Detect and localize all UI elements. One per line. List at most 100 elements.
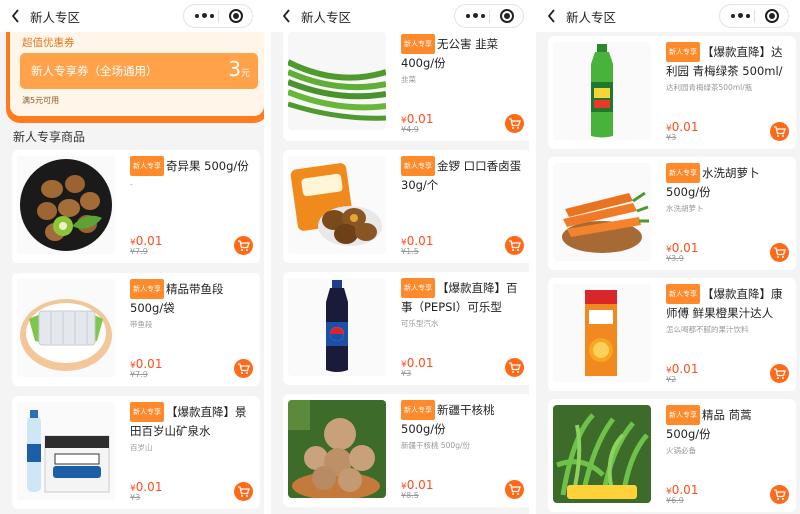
- miniprogram-capsule: [183, 4, 253, 28]
- navigation-bar: 新人专区: [271, 0, 535, 32]
- product-subtitle: 新疆干核桃 500g/份: [401, 441, 470, 450]
- back-arrow-icon[interactable]: [546, 8, 558, 24]
- add-to-cart-button[interactable]: [770, 485, 789, 504]
- add-to-cart-button[interactable]: [234, 236, 253, 255]
- cart-icon: [238, 240, 250, 251]
- original-price: ¥6.9: [666, 496, 684, 505]
- close-target-icon[interactable]: [765, 9, 779, 23]
- kiwi-icon: [17, 156, 115, 254]
- product-card[interactable]: 新人专享 精品带鱼段 500g/袋 带鱼段 ¥0.01 ¥7.9: [12, 273, 260, 386]
- back-arrow-icon[interactable]: [281, 8, 293, 24]
- cola-bottle-icon: [288, 278, 386, 376]
- product-name: 新人专享 精品 茼蒿 500g/份: [666, 405, 788, 441]
- add-to-cart-button[interactable]: [770, 122, 789, 141]
- new-user-tag: 新人专享: [130, 402, 164, 422]
- panel-left: 新人专区 超值优惠券 新人专享券（全场通用） 3元 满5元可用 新人专享商品 新…: [0, 0, 264, 514]
- page-title: 新人专区: [566, 10, 617, 25]
- product-name: 新人专享【爆款直降】康师傅 鲜果橙果汁达人 25…: [666, 284, 788, 320]
- price-value: 0.01: [406, 234, 434, 248]
- new-user-tag: 新人专享: [666, 284, 700, 304]
- cart-icon: [774, 489, 786, 500]
- miniprogram-capsule: [719, 4, 789, 28]
- product-name: 新人专享 奇异果 500g/份: [130, 156, 252, 176]
- add-to-cart-button[interactable]: [234, 359, 253, 378]
- product-subtitle: 百岁山: [130, 443, 153, 452]
- coupon-title: 超值优惠券: [22, 37, 75, 49]
- panel-separator: [264, 0, 271, 514]
- coupon-button[interactable]: 新人专享券（全场通用） 3元: [20, 53, 258, 89]
- original-price: ¥3: [130, 493, 141, 502]
- carrot-icon: [553, 163, 651, 261]
- original-price: ¥3: [401, 369, 412, 378]
- coupon-banner: 超值优惠券 新人专享券（全场通用） 3元 满5元可用: [6, 30, 264, 123]
- product-subtitle: 达利园青梅绿茶500ml/瓶: [666, 83, 753, 92]
- walnut-icon: [288, 400, 386, 498]
- product-card[interactable]: 新人专享【爆款直降】康师傅 鲜果橙果汁达人 25… 怎么喝都不腻的果汁饮料 ¥0…: [548, 278, 796, 391]
- product-subtitle: 水洗胡萝卜: [666, 204, 704, 213]
- product-card[interactable]: 新人专享 奇异果 500g/份 - ¥0.01 ¥7.9: [12, 150, 260, 263]
- fish-icon: [17, 279, 115, 377]
- product-card[interactable]: 新人专享 无公害 韭菜 400g/份 韭菜 ¥0.01 ¥4.9: [283, 28, 531, 141]
- original-price: ¥8.5: [401, 491, 419, 500]
- add-to-cart-button[interactable]: [770, 243, 789, 262]
- add-to-cart-button[interactable]: [234, 482, 253, 501]
- original-price: ¥7.9: [130, 370, 148, 379]
- price-value: 0.01: [671, 362, 699, 376]
- original-price: ¥1.5: [401, 247, 419, 256]
- new-user-tag: 新人专享: [666, 405, 700, 425]
- product-name: 新人专享 新疆干核桃 500g/份: [401, 400, 523, 436]
- close-target-icon[interactable]: [229, 9, 243, 23]
- product-card[interactable]: 新人专享【爆款直降】景田百岁山矿泉水 570ml/瓶 百岁山 ¥0.01 ¥3: [12, 396, 260, 509]
- product-name: 新人专享 水洗胡萝卜 500g/份: [666, 163, 788, 199]
- close-target-icon[interactable]: [500, 9, 514, 23]
- coupon-amount-unit: 元: [240, 69, 250, 79]
- egg-icon: [288, 156, 386, 254]
- price-value: 0.01: [135, 234, 163, 248]
- product-card[interactable]: 新人专享【爆款直降】百事（PEPSI）可乐型汽… 可乐型汽水 ¥0.01 ¥3: [283, 272, 531, 385]
- product-subtitle: -: [130, 180, 133, 189]
- new-user-tag: 新人专享: [401, 278, 435, 298]
- more-icon[interactable]: [466, 12, 488, 20]
- price-value: 0.01: [671, 120, 699, 134]
- chives-icon: [288, 32, 386, 130]
- add-to-cart-button[interactable]: [505, 480, 524, 499]
- page-title: 新人专区: [301, 10, 352, 25]
- cart-icon: [238, 363, 250, 374]
- product-card[interactable]: 新人专享 精品 茼蒿 500g/份 火锅必备 ¥0.01 ¥6.9: [548, 399, 796, 512]
- add-to-cart-button[interactable]: [770, 364, 789, 383]
- product-card[interactable]: 新人专享 水洗胡萝卜 500g/份 水洗胡萝卜 ¥0.01 ¥3.9: [548, 157, 796, 270]
- add-to-cart-button[interactable]: [505, 236, 524, 255]
- miniprogram-capsule: [454, 4, 524, 28]
- new-user-tag: 新人专享: [666, 163, 700, 183]
- product-name: 新人专享【爆款直降】景田百岁山矿泉水 570ml/瓶: [130, 402, 252, 438]
- product-subtitle: 韭菜: [401, 75, 416, 84]
- product-card[interactable]: 新人专享【爆款直降】达利园 青梅绿茶 500ml/瓶 达利园青梅绿茶500ml/…: [548, 36, 796, 149]
- navigation-bar: 新人专区: [536, 0, 800, 32]
- cart-icon: [509, 240, 521, 251]
- more-icon[interactable]: [731, 12, 753, 20]
- more-icon[interactable]: [195, 12, 217, 20]
- coupon-amount: 3元: [228, 57, 250, 81]
- product-subtitle: 怎么喝都不腻的果汁饮料: [666, 325, 749, 334]
- green-tea-icon: [553, 42, 651, 140]
- product-name: 新人专享【爆款直降】达利园 青梅绿茶 500ml/瓶: [666, 42, 788, 78]
- original-price: ¥7.9: [130, 247, 148, 256]
- coupon-amount-value: 3: [228, 57, 241, 81]
- orange-juice-icon: [553, 284, 651, 382]
- price-value: 0.01: [406, 112, 434, 126]
- product-name: 新人专享 无公害 韭菜 400g/份: [401, 34, 523, 70]
- new-user-tag: 新人专享: [401, 156, 435, 176]
- product-card[interactable]: 新人专享 新疆干核桃 500g/份 新疆干核桃 500g/份 ¥0.01 ¥8.5: [283, 394, 531, 507]
- add-to-cart-button[interactable]: [505, 358, 524, 377]
- page-title: 新人专区: [30, 10, 81, 25]
- original-price: ¥3.9: [666, 254, 684, 263]
- coupon-note: 满5元可用: [22, 96, 60, 105]
- greens-icon: [553, 405, 651, 503]
- add-to-cart-button[interactable]: [505, 114, 524, 133]
- cart-icon: [774, 247, 786, 258]
- panel-middle: 新人专区 新人专享 无公害 韭菜 400g/份 韭菜 ¥0.01 ¥4.9 新人…: [271, 0, 535, 514]
- back-arrow-icon[interactable]: [10, 8, 22, 24]
- product-card[interactable]: 新人专享 金锣 口口香卤蛋 30g/个 ¥0.01 ¥1.5: [283, 150, 531, 263]
- capsule-divider: [489, 10, 490, 23]
- price-value: 0.01: [406, 356, 434, 370]
